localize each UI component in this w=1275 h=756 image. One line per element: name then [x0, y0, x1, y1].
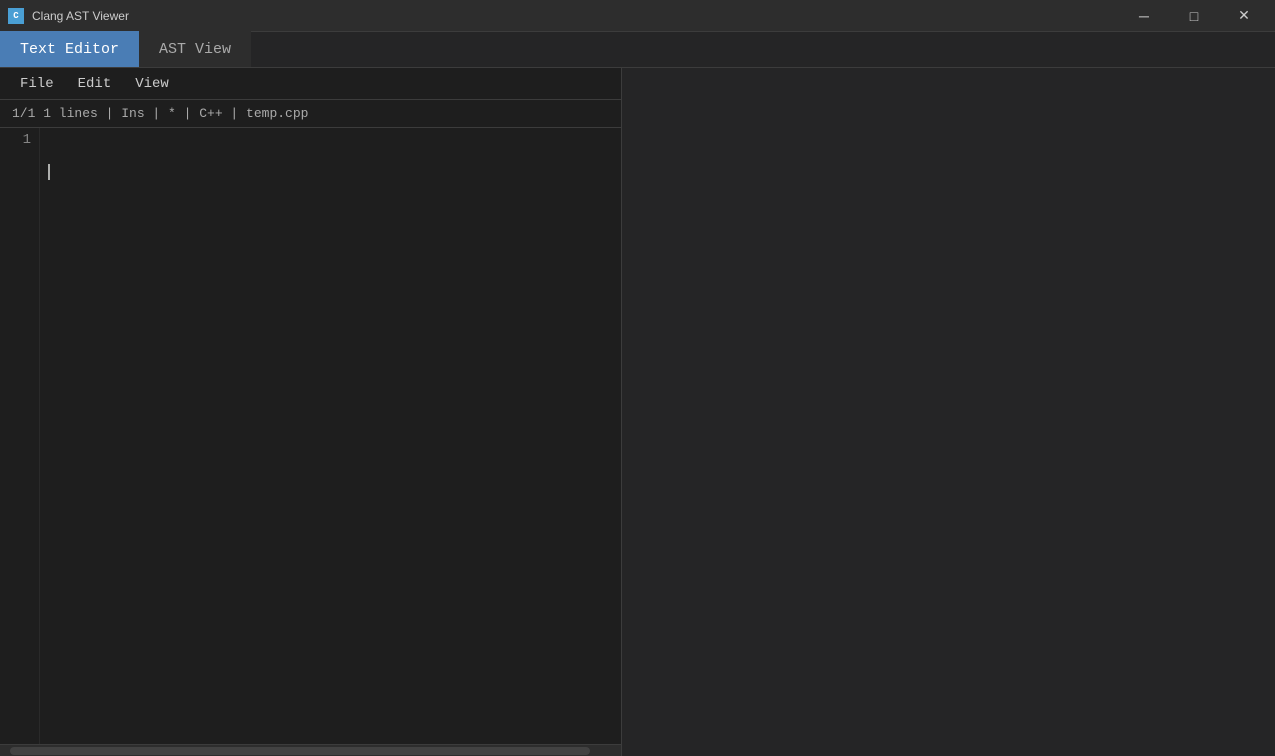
minimize-button[interactable]: ─	[1121, 0, 1167, 32]
tab-bar: Text Editor AST View	[0, 32, 1275, 68]
tab-ast-view[interactable]: AST View	[139, 31, 251, 67]
cursor-line	[48, 164, 613, 180]
tab-text-editor[interactable]: Text Editor	[0, 31, 139, 67]
window-title: Clang AST Viewer	[32, 9, 129, 23]
editor-status-bar: 1/1 1 lines | Ins | * | C++ | temp.cpp	[0, 100, 621, 128]
window-controls: ─ □ ✕	[1121, 0, 1267, 32]
menu-bar: File Edit View	[0, 68, 621, 100]
line-numbers: 1	[0, 128, 40, 744]
menu-file[interactable]: File	[8, 74, 66, 94]
editor-content: 1	[0, 128, 621, 744]
scrollbar-thumb[interactable]	[10, 747, 590, 755]
main-content: File Edit View 1/1 1 lines | Ins | * | C…	[0, 68, 1275, 756]
horizontal-scrollbar[interactable]	[0, 744, 621, 756]
ast-view-panel	[622, 68, 1275, 756]
line-number-1: 1	[4, 132, 31, 148]
app-icon: C	[8, 8, 24, 24]
text-editor-panel: File Edit View 1/1 1 lines | Ins | * | C…	[0, 68, 622, 756]
menu-edit[interactable]: Edit	[66, 74, 124, 94]
title-bar: C Clang AST Viewer ─ □ ✕	[0, 0, 1275, 32]
editor-area: 1	[0, 128, 621, 756]
code-editor[interactable]	[40, 128, 621, 744]
menu-view[interactable]: View	[123, 74, 181, 94]
maximize-button[interactable]: □	[1171, 0, 1217, 32]
ast-content	[622, 68, 1275, 756]
text-cursor	[48, 164, 50, 180]
title-bar-left: C Clang AST Viewer	[8, 8, 129, 24]
close-button[interactable]: ✕	[1221, 0, 1267, 32]
